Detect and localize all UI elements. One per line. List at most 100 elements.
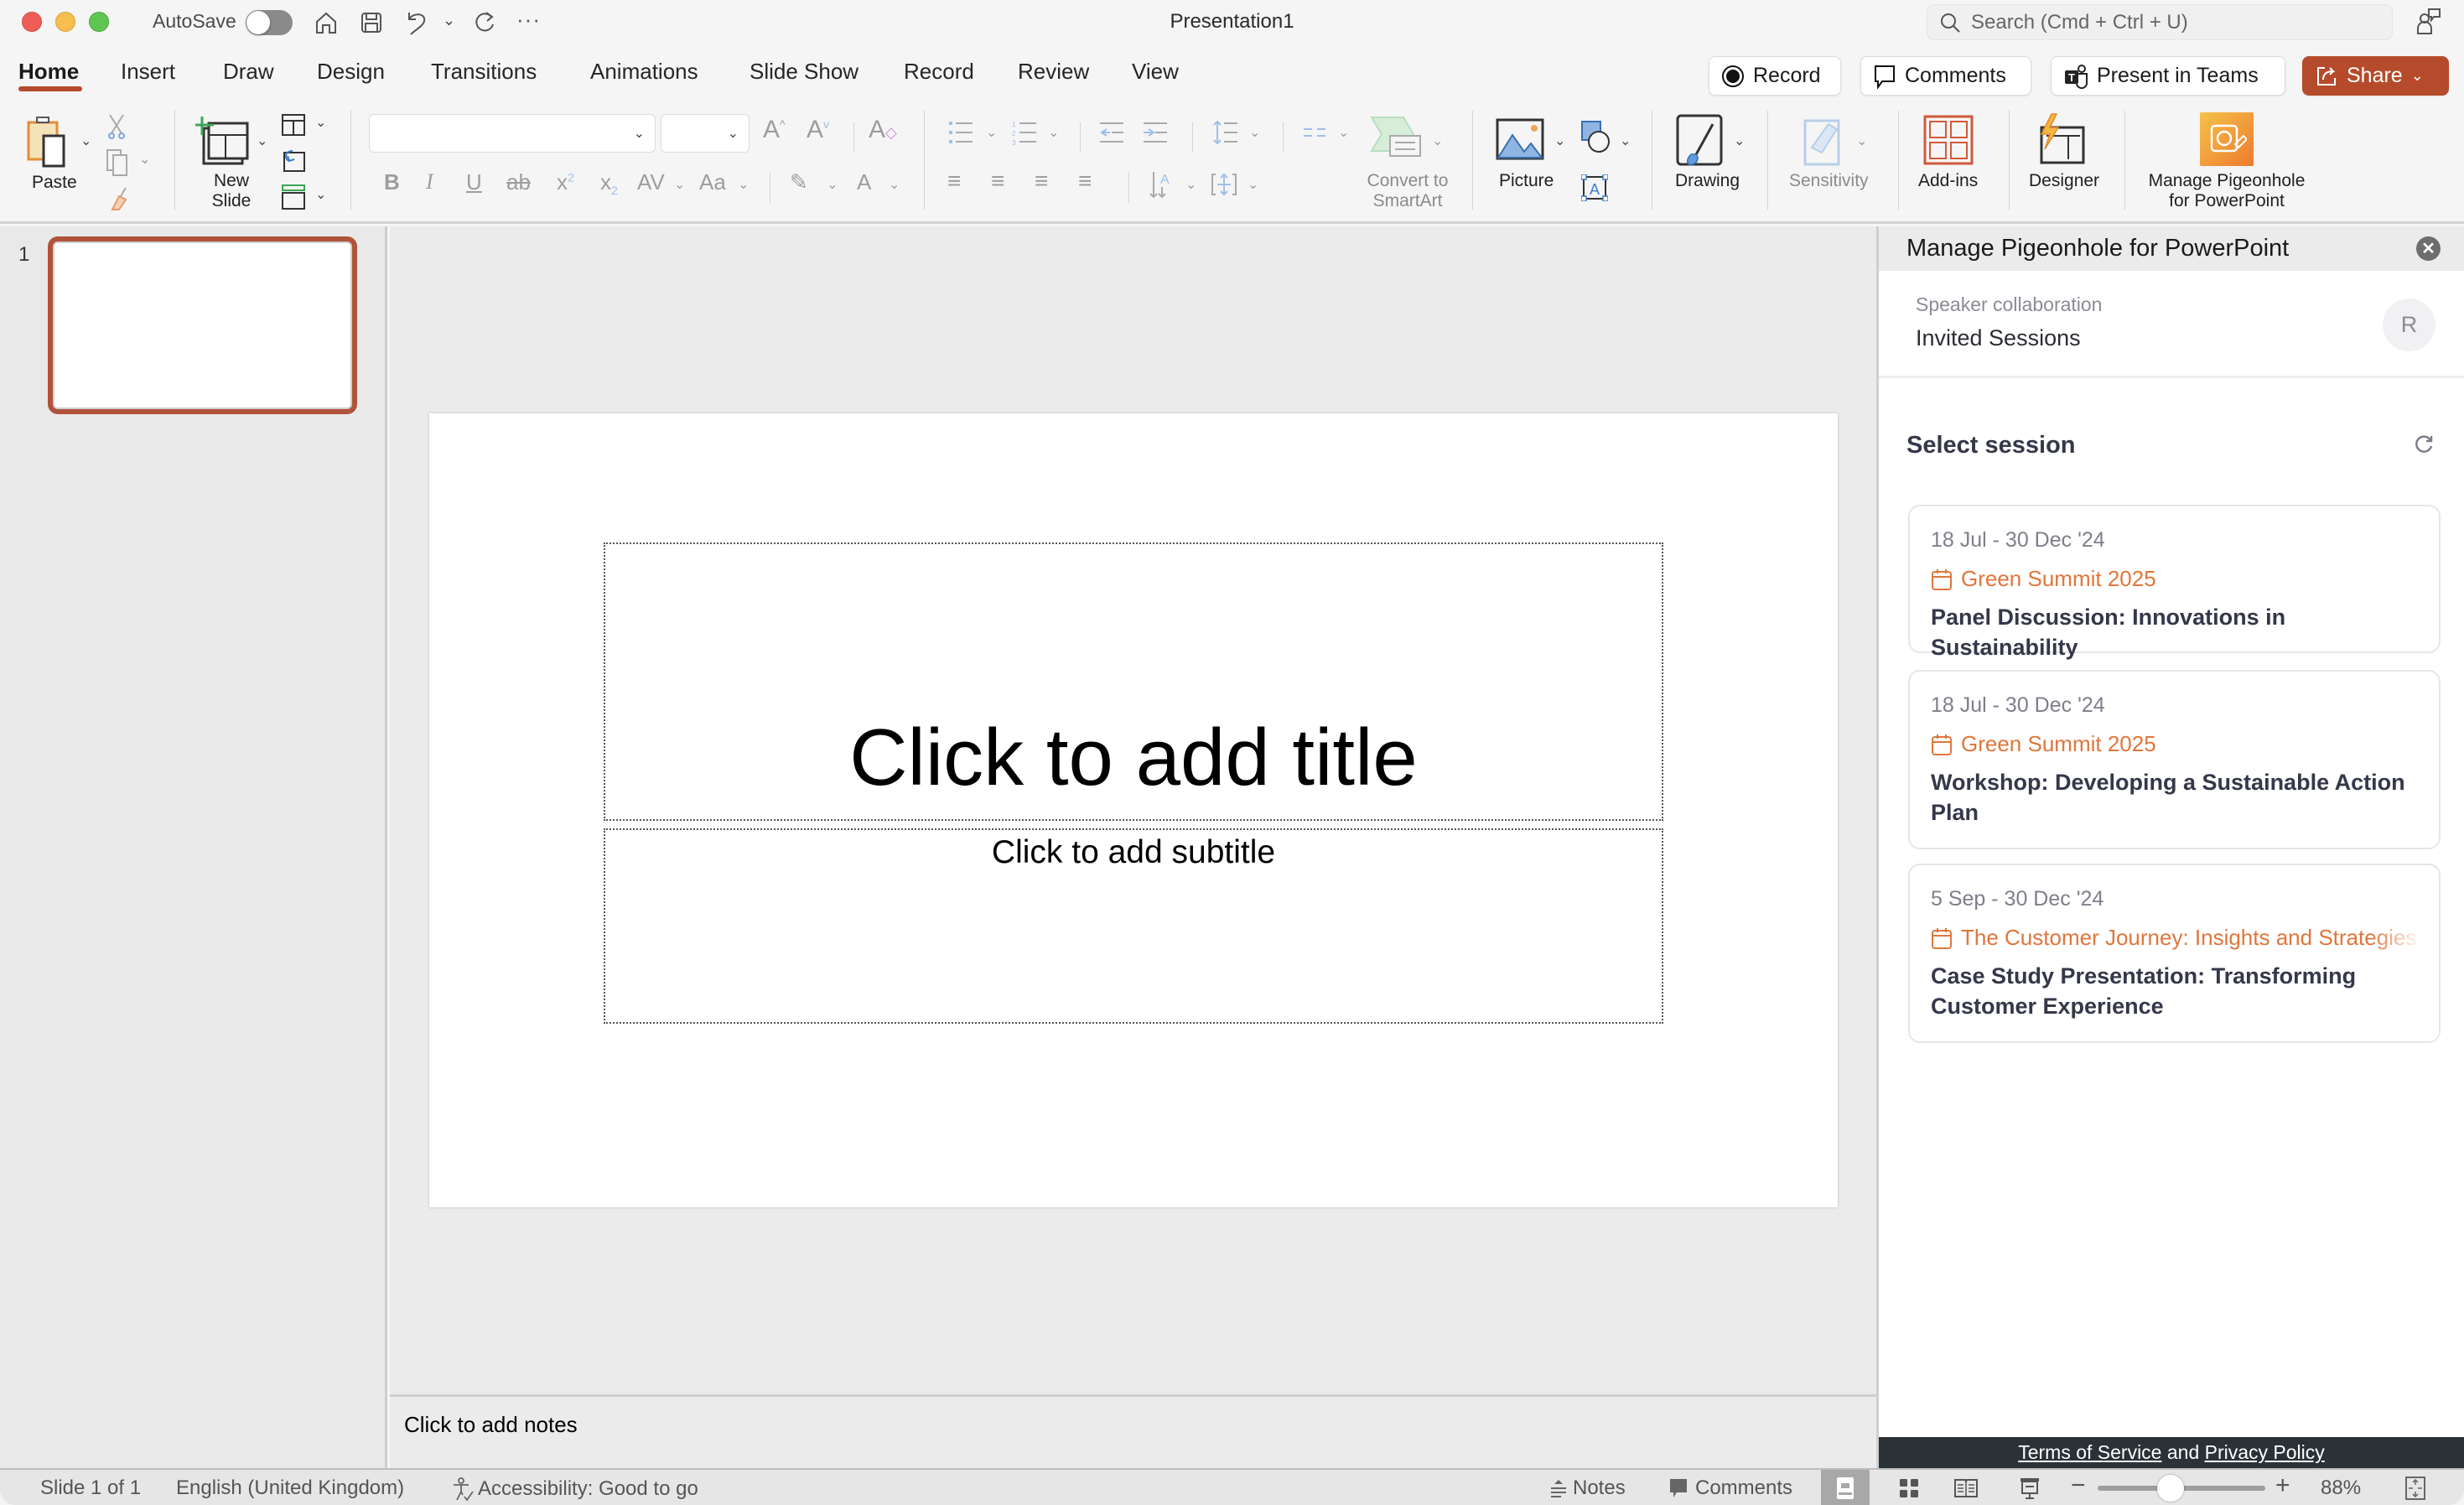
- session-card[interactable]: 18 Jul - 30 Dec '24 Green Summit 2025 Pa…: [1908, 505, 2441, 660]
- slide-show-view-button[interactable]: [2005, 1470, 2054, 1505]
- copy-dropdown-icon[interactable]: ⌄: [139, 151, 150, 168]
- subtitle-placeholder[interactable]: Click to add subtitle: [604, 828, 1663, 1024]
- text-box-icon[interactable]: A: [1580, 173, 1610, 203]
- columns-dropdown-icon[interactable]: ⌄: [1338, 124, 1349, 141]
- search-box[interactable]: Search (Cmd + Ctrl + U): [1927, 4, 2393, 40]
- notes-toggle[interactable]: Notes: [1549, 1476, 1626, 1500]
- bullets-icon[interactable]: [946, 119, 976, 146]
- home-icon[interactable]: [312, 8, 340, 37]
- decrease-indent-icon[interactable]: [1097, 119, 1127, 146]
- fit-to-window-button[interactable]: [2391, 1470, 2440, 1505]
- collaboration-icon[interactable]: [2415, 7, 2443, 35]
- change-case-dropdown-icon[interactable]: ⌄: [738, 176, 749, 193]
- section-icon[interactable]: [280, 183, 307, 211]
- present-in-teams-button[interactable]: T Present in Teams: [2051, 56, 2285, 96]
- terms-of-service-link[interactable]: Terms of Service: [2018, 1441, 2161, 1463]
- character-spacing-button[interactable]: AV: [637, 169, 665, 195]
- change-case-button[interactable]: Aa: [699, 169, 726, 195]
- tab-home[interactable]: Home: [18, 59, 79, 85]
- layout-icon[interactable]: [280, 112, 307, 138]
- character-spacing-dropdown-icon[interactable]: ⌄: [674, 176, 685, 193]
- bullets-dropdown-icon[interactable]: ⌄: [986, 124, 997, 141]
- avatar[interactable]: R: [2383, 298, 2435, 351]
- superscript-button[interactable]: x2: [557, 169, 574, 195]
- slide-sorter-view-button[interactable]: [1885, 1470, 1933, 1505]
- copy-icon[interactable]: [104, 148, 131, 178]
- record-button[interactable]: Record: [1709, 56, 1841, 96]
- tab-transitions[interactable]: Transitions: [431, 59, 537, 85]
- zoom-slider-handle[interactable]: [2156, 1475, 2184, 1502]
- zoom-percent[interactable]: 88%: [2321, 1476, 2361, 1500]
- clear-formatting-icon[interactable]: A◇: [869, 116, 897, 144]
- convert-smartart-dropdown-icon[interactable]: ⌄: [1432, 132, 1443, 149]
- align-text-icon[interactable]: [1209, 169, 1239, 200]
- strikethrough-button[interactable]: ab: [506, 169, 531, 195]
- cut-icon[interactable]: [104, 112, 129, 141]
- layout-dropdown-icon[interactable]: ⌄: [315, 114, 326, 131]
- tab-animations[interactable]: Animations: [590, 59, 698, 85]
- line-spacing-icon[interactable]: [1211, 119, 1241, 146]
- columns-icon[interactable]: [1301, 122, 1328, 143]
- undo-dropdown-icon[interactable]: ⌄: [443, 12, 455, 29]
- tab-insert[interactable]: Insert: [121, 59, 175, 85]
- align-left-button[interactable]: ≡: [947, 168, 961, 195]
- line-spacing-dropdown-icon[interactable]: ⌄: [1249, 124, 1260, 141]
- slide-thumbnail[interactable]: [48, 236, 357, 414]
- autosave-toggle[interactable]: [246, 10, 293, 35]
- underline-button[interactable]: U: [466, 169, 482, 195]
- close-pane-button[interactable]: ✕: [2416, 236, 2441, 261]
- bold-button[interactable]: B: [384, 169, 400, 195]
- justify-button[interactable]: ≡: [1078, 168, 1092, 195]
- numbering-icon[interactable]: 1 23: [1009, 119, 1040, 146]
- font-color-dropdown-icon[interactable]: ⌄: [889, 176, 900, 193]
- convert-smartart-icon[interactable]: [1370, 116, 1424, 158]
- format-painter-icon[interactable]: [106, 183, 131, 213]
- accessibility-status[interactable]: Accessibility: Good to go: [451, 1476, 698, 1502]
- paste-icon[interactable]: [23, 111, 74, 169]
- new-slide-icon[interactable]: [195, 112, 250, 171]
- increase-indent-icon[interactable]: [1140, 119, 1170, 146]
- align-text-dropdown-icon[interactable]: ⌄: [1248, 176, 1258, 193]
- picture-icon[interactable]: [1496, 116, 1544, 163]
- share-button[interactable]: Share ⌄: [2302, 56, 2449, 96]
- drawing-icon[interactable]: [1673, 112, 1725, 168]
- reading-view-button[interactable]: [1942, 1470, 1990, 1505]
- picture-dropdown-icon[interactable]: ⌄: [1554, 132, 1565, 149]
- zoom-out-button[interactable]: −: [2071, 1471, 2086, 1500]
- save-icon[interactable]: [357, 8, 386, 37]
- add-ins-icon[interactable]: [1922, 112, 1975, 168]
- undo-icon[interactable]: [402, 8, 431, 37]
- paste-dropdown-icon[interactable]: ⌄: [80, 132, 91, 149]
- privacy-policy-link[interactable]: Privacy Policy: [2205, 1441, 2325, 1463]
- share-dropdown-icon[interactable]: ⌄: [2411, 67, 2424, 85]
- pigeonhole-addin-icon[interactable]: [2200, 112, 2254, 166]
- session-card[interactable]: 18 Jul - 30 Dec '24 Green Summit 2025 Wo…: [1908, 670, 2441, 849]
- font-color-icon[interactable]: A: [857, 169, 871, 195]
- shapes-icon[interactable]: [1580, 119, 1613, 156]
- designer-icon[interactable]: [2032, 111, 2088, 168]
- minimize-window-button[interactable]: [55, 12, 75, 32]
- tab-review[interactable]: Review: [1018, 59, 1089, 85]
- zoom-in-button[interactable]: +: [2275, 1471, 2290, 1500]
- language-status[interactable]: English (United Kingdom): [176, 1476, 404, 1500]
- session-card[interactable]: 5 Sep - 30 Dec '24 The Customer Journey:…: [1908, 864, 2441, 1043]
- highlight-dropdown-icon[interactable]: ⌄: [827, 176, 838, 193]
- decrease-font-size-icon[interactable]: Av: [807, 116, 829, 144]
- font-name-select[interactable]: ⌄: [369, 114, 656, 153]
- tab-slide-show[interactable]: Slide Show: [750, 59, 859, 85]
- text-direction-icon[interactable]: A: [1147, 169, 1177, 200]
- highlight-icon[interactable]: ✎: [790, 169, 808, 195]
- section-dropdown-icon[interactable]: ⌄: [315, 186, 326, 203]
- align-right-button[interactable]: ≡: [1035, 168, 1048, 195]
- increase-font-size-icon[interactable]: A^: [763, 116, 786, 144]
- new-slide-dropdown-icon[interactable]: ⌄: [257, 132, 267, 149]
- drawing-dropdown-icon[interactable]: ⌄: [1734, 132, 1745, 149]
- reset-slide-icon[interactable]: [280, 148, 307, 173]
- align-center-button[interactable]: ≡: [991, 168, 1004, 195]
- close-window-button[interactable]: [22, 12, 42, 32]
- text-direction-dropdown-icon[interactable]: ⌄: [1185, 176, 1196, 193]
- subscript-button[interactable]: x2: [600, 169, 618, 197]
- comments-button[interactable]: Comments: [1860, 56, 2031, 96]
- redo-icon[interactable]: [469, 8, 498, 37]
- tab-design[interactable]: Design: [317, 59, 385, 85]
